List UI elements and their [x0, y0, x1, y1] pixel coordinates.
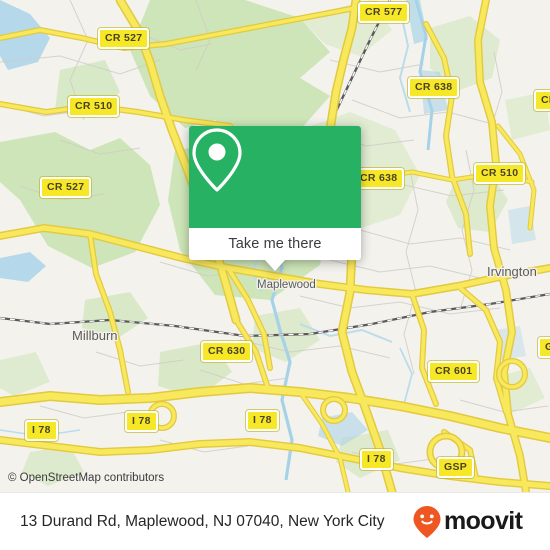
- footer-bar: 13 Durand Rd, Maplewood, NJ 07040, New Y…: [0, 492, 550, 550]
- road-shield-i-78-east: I 78: [360, 449, 393, 470]
- road-shield-cr-527-north: CR 527: [98, 28, 150, 49]
- road-shield-gsp: GSP: [437, 457, 475, 478]
- road-shield-cr-510-west: CR 510: [68, 96, 120, 117]
- map-canvas[interactable]: Maplewood Millburn Irvington CR 577 CR 5…: [0, 0, 550, 492]
- moovit-wordmark: moovit: [444, 508, 524, 535]
- location-popup-card[interactable]: Take me there: [189, 126, 361, 271]
- map-screenshot: Maplewood Millburn Irvington CR 577 CR 5…: [0, 0, 550, 550]
- road-shield-gs-edge: GS: [538, 337, 550, 358]
- road-shield-cr-527-west: CR 527: [40, 177, 92, 198]
- map-pin-icon: [192, 128, 242, 192]
- road-shield-cr-edge: CR: [534, 90, 550, 111]
- place-label-irvington: Irvington: [487, 264, 537, 279]
- place-label-millburn: Millburn: [72, 328, 118, 343]
- moovit-pin-icon: [413, 506, 441, 538]
- moovit-wordmark-text: moovit: [444, 508, 524, 535]
- road-shield-cr-638-north: CR 638: [408, 77, 460, 98]
- road-shield-cr-630: CR 630: [201, 341, 253, 362]
- place-label-maplewood: Maplewood: [257, 279, 316, 291]
- address-label: 13 Durand Rd, Maplewood, NJ 07040, New Y…: [20, 513, 385, 530]
- road-shield-i-78-midwest: I 78: [125, 411, 158, 432]
- take-me-there-button[interactable]: Take me there: [189, 228, 361, 260]
- road-shield-i-78-center: I 78: [246, 410, 279, 431]
- road-shield-i-78-west: I 78: [25, 420, 58, 441]
- osm-attribution[interactable]: © OpenStreetMap contributors: [8, 472, 164, 484]
- road-shield-cr-577: CR 577: [358, 2, 410, 23]
- road-shield-cr-510-east: CR 510: [474, 163, 526, 184]
- popup-pointer-tail: [265, 260, 285, 271]
- road-shield-cr-601: CR 601: [428, 361, 480, 382]
- moovit-logo[interactable]: moovit: [412, 505, 536, 539]
- popup-header: [189, 126, 361, 228]
